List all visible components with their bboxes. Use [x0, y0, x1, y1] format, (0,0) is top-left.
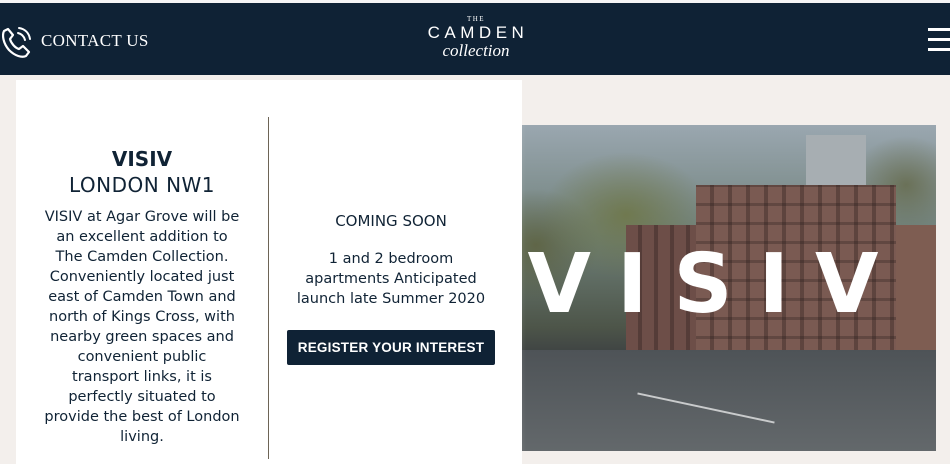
logo-sub: collection: [442, 41, 510, 60]
development-name: VISIV: [111, 147, 173, 171]
development-info: VISIV LONDON NW1 VISIV at Agar Grove wil…: [16, 80, 268, 447]
phone-icon: [0, 21, 34, 61]
hero-image: VISIV: [476, 125, 936, 451]
camden-collection-logo[interactable]: THE CAMDEN collection: [420, 15, 532, 59]
development-location: LONDON NW1: [68, 173, 216, 197]
register-interest-button[interactable]: REGISTER YOUR INTEREST: [286, 330, 496, 365]
development-description: VISIV at Agar Grove will be an excellent…: [44, 209, 240, 445]
hamburger-menu-icon[interactable]: [926, 25, 950, 55]
logo-name: CAMDEN: [427, 23, 529, 42]
development-status: COMING SOON 1 and 2 bedroom apartments A…: [269, 80, 513, 365]
status-label: COMING SOON: [335, 212, 447, 230]
contact-us-label: CONTACT US: [41, 31, 149, 50]
site-header: CONTACT US THE CAMDEN collection: [0, 0, 950, 75]
development-details: 1 and 2 bedroom apartments Anticipated l…: [296, 251, 486, 307]
contact-us-link[interactable]: CONTACT US: [0, 21, 149, 61]
logo-the: THE: [466, 15, 486, 23]
development-card: VISIV LONDON NW1 VISIV at Agar Grove wil…: [16, 80, 522, 464]
hero-road: [476, 350, 936, 451]
hero-title: VISIV: [527, 237, 905, 332]
